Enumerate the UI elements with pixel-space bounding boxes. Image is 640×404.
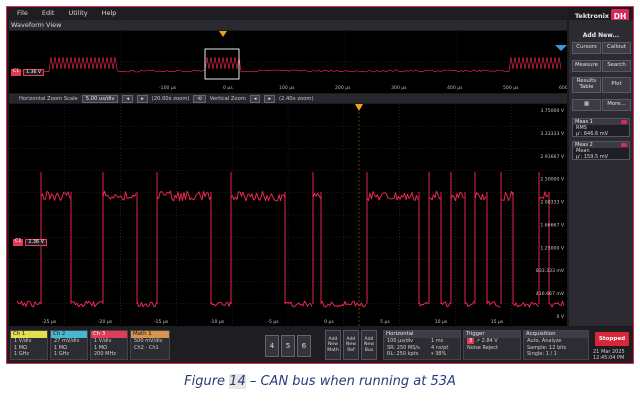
add-new-math-button[interactable]: Add New Math (325, 330, 341, 360)
right-control-panel: Add New... Cursors Callout Measure Searc… (569, 20, 633, 326)
x-axis-label: 15 μs (491, 319, 504, 325)
v-zoom-factor: (2.40x zoom) (279, 95, 314, 102)
x-axis-label: -15 μs (154, 319, 169, 325)
x-axis-label: 10 μs (435, 319, 448, 325)
overview-tick-label: 500 μs (503, 85, 519, 91)
overview-tick-label: 100 μs (279, 85, 295, 91)
menu-utility[interactable]: Utility (68, 9, 87, 17)
plot-button[interactable]: Plot (602, 77, 631, 93)
channel-4-button[interactable]: 4 (265, 335, 279, 357)
cursors-button[interactable]: Cursors (572, 42, 601, 54)
x-axis-label: -25 μs (42, 319, 57, 325)
results-table-button[interactable]: Results Table (572, 77, 601, 93)
ch3-badge[interactable]: Ch 3 1 V/div 1 MΩ 200 MHz (90, 330, 128, 360)
meas2-badge[interactable]: Meas 2 Mean μ': 159.5 mV (572, 141, 630, 160)
screenshot-icon[interactable]: ▦ (572, 99, 601, 111)
y-axis-label: 3.75000 V (540, 108, 564, 114)
run-stop-status-button[interactable]: Stopped (595, 332, 629, 346)
h-zoom-label: Horizontal Zoom Scale (19, 95, 78, 102)
add-new-bus-button[interactable]: Add New Bus (361, 330, 377, 360)
menu-bar: File Edit Utility Help (7, 7, 567, 19)
ch1-badge[interactable]: Ch 1 1 V/div 1 MΩ 1 GHz (10, 330, 48, 360)
date-time: 21 Mar 2025 12:45:04 PM (593, 349, 625, 361)
waveform-view-header (9, 20, 567, 30)
add-new-title: Add New... (582, 32, 620, 39)
v-zoom-minus[interactable]: ◂ (249, 94, 261, 103)
settings-bar: Ch 1 1 V/div 1 MΩ 1 GHz Ch 2 27 mV/div 1… (7, 327, 633, 363)
x-axis-label: 0 μs (324, 319, 334, 325)
h-zoom-value[interactable]: 5.00 us/div (81, 94, 119, 103)
meas1-title: Meas 1 (575, 119, 593, 125)
overview-tick-label: -100 μs (159, 85, 177, 91)
overview-tick-label: 600 μs (559, 85, 567, 91)
menu-help[interactable]: Help (102, 9, 117, 17)
y-axis-label: 1.25000 V (540, 245, 564, 251)
overview-tick-label: 200 μs (335, 85, 351, 91)
search-button[interactable]: Search (602, 60, 631, 72)
h-zoom-plus[interactable]: ▸ (137, 94, 148, 103)
more-button[interactable]: More... (602, 99, 631, 111)
v-zoom-plus[interactable]: ▸ (264, 94, 276, 103)
h-zoom-factor: (20.00x zoom) (151, 95, 190, 102)
y-axis-label: 416.667 mV (536, 291, 565, 297)
math1-badge[interactable]: Math 1 500 mV/div Ch2 - Ch1 (130, 330, 170, 360)
menu-file[interactable]: File (17, 9, 28, 17)
y-axis-label: 0 V (556, 314, 564, 320)
trigger-level-icon[interactable] (555, 45, 567, 51)
y-axis-label: 2.91667 V (540, 154, 564, 160)
rising-edge-icon: ↗ (475, 338, 480, 344)
h-zoom-reset[interactable]: ⟲ (193, 94, 206, 103)
meas1-value: μ': 646.6 mV (576, 131, 609, 137)
meas2-title: Meas 2 (575, 142, 593, 148)
channel-6-button[interactable]: 6 (297, 335, 311, 357)
overview-tick-label: 0 μs (223, 85, 233, 91)
main-waveform-plot[interactable]: 3.75000 V 3.33333 V 2.91667 V 2.50000 V 2.08… (9, 104, 567, 326)
y-axis-label: 2.08333 V (540, 200, 564, 206)
measure-button[interactable]: Measure (572, 60, 601, 72)
callout-button[interactable]: Callout (602, 42, 631, 54)
meas2-value: μ': 159.5 mV (576, 154, 609, 160)
trigger-source-icon: 3 (467, 338, 475, 344)
overview-tick-label: 300 μs (391, 85, 407, 91)
trigger-badge[interactable]: Trigger 3 ↗ 2.84 V Noise Reject (463, 330, 521, 360)
horizontal-badge[interactable]: Horizontal 100 μs/div SR: 250 MS/s RL: 2… (383, 330, 461, 360)
acquisition-badge[interactable]: Acquisition Auto, Analyze Sample: 12 bit… (523, 330, 589, 360)
overview-waveform[interactable]: 0 μs 100 μs 200 μs 300 μs 400 μs 500 μs 600 μs… (9, 31, 567, 93)
meas2-pin-icon (621, 143, 627, 147)
x-axis-label: -5 μs (267, 319, 279, 325)
ch2-badge[interactable]: Ch 2 27 mV/div 1 MΩ 1 GHz (50, 330, 88, 360)
meas1-badge[interactable]: Meas 1 RMS μ': 646.6 mV (572, 118, 630, 137)
y-axis-label: 833.333 mV (536, 268, 565, 274)
waveform-view-title: Waveform View (11, 21, 62, 29)
trigger-pos-icon: ▾ (431, 351, 434, 357)
y-axis-label: 1.66667 V (540, 222, 564, 228)
figure-caption: Figure 14 – CAN bus when running at 53A (184, 374, 456, 389)
meas1-pin-icon (621, 120, 627, 124)
h-zoom-minus[interactable]: ◂ (122, 94, 134, 103)
y-axis-label: 2.50000 V (540, 177, 564, 183)
scope-window: File Edit Utility Help Tektronix DH Wave… (6, 6, 634, 364)
overview-tick-label: 400 μs (447, 85, 463, 91)
overview-ch-marker[interactable]: C1 1.36 V (11, 69, 44, 76)
v-zoom-label: Vertical Zoom (209, 95, 246, 102)
zoom-control-bar: Horizontal Zoom Scale 5.00 us/div ◂ ▸ (2… (9, 94, 567, 103)
x-axis-label: 5 μs (380, 319, 390, 325)
brand-text: Tektronix (574, 12, 609, 20)
trigger-marker-icon[interactable] (355, 104, 363, 111)
trigger-position-icon[interactable] (219, 31, 227, 37)
channel-5-button[interactable]: 5 (281, 335, 295, 357)
main-ch-marker[interactable]: C1 1.36 V (13, 239, 47, 246)
x-axis-label: -10 μs (210, 319, 225, 325)
menu-edit[interactable]: Edit (42, 9, 55, 17)
y-axis-label: 3.33333 V (540, 131, 564, 137)
x-axis-label: -20 μs (98, 319, 113, 325)
add-new-ref-button[interactable]: Add New Ref (343, 330, 359, 360)
